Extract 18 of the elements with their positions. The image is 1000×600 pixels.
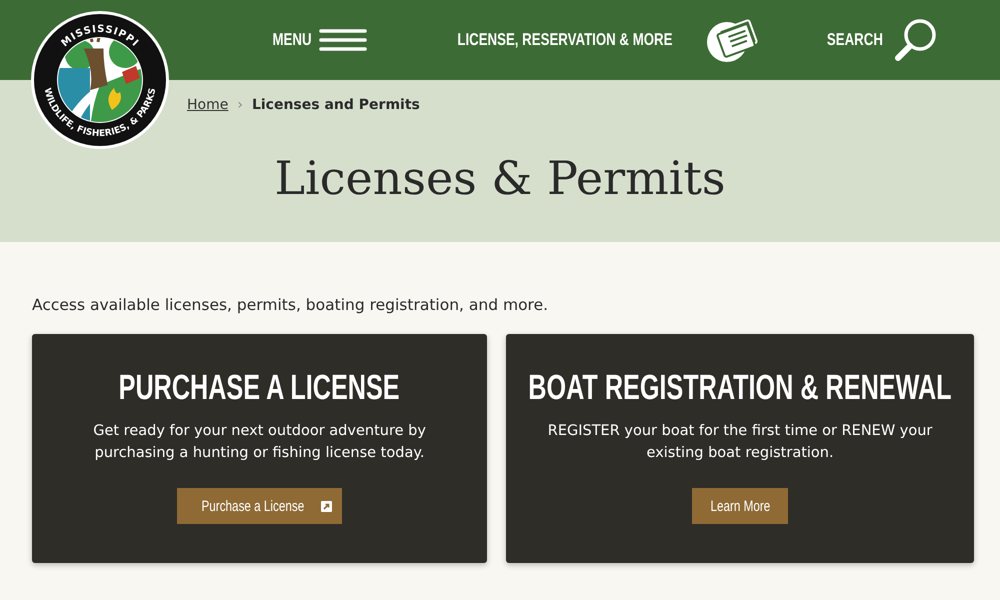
- nav-button[interactable]: LICENSE, RESERVATION & MORE: [431, 17, 760, 63]
- card-description: Get ready for your next outdoor adventure by purchasing a hunting or fishing license today.: [92, 422, 427, 463]
- breadcrumb-link[interactable]: Home: [187, 97, 228, 113]
- page-title: Licenses & Permits: [273, 151, 726, 205]
- license-card-icon: [705, 17, 760, 63]
- search-icon: [892, 18, 937, 62]
- external-link-icon: [320, 500, 332, 512]
- card-button[interactable]: Learn More: [692, 488, 788, 524]
- menu-icon: [319, 28, 368, 52]
- breadcrumb-current: Licenses and Permits: [252, 97, 420, 113]
- card-title: BOAT REGISTRATION & RENEWAL: [528, 368, 952, 408]
- intro-text: Access available licenses, permits, boating registration, and more.: [32, 296, 550, 314]
- breadcrumb-separator: ›: [237, 97, 243, 113]
- card-description: REGISTER your boat for the first time or RENEW your existing boat registration.: [546, 422, 934, 463]
- card-title: PURCHASE A LICENSE: [119, 368, 400, 408]
- card-button[interactable]: Purchase a License: [177, 488, 342, 524]
- nav-button[interactable]: SEARCH: [823, 18, 937, 62]
- nav-button[interactable]: MENU: [271, 28, 368, 52]
